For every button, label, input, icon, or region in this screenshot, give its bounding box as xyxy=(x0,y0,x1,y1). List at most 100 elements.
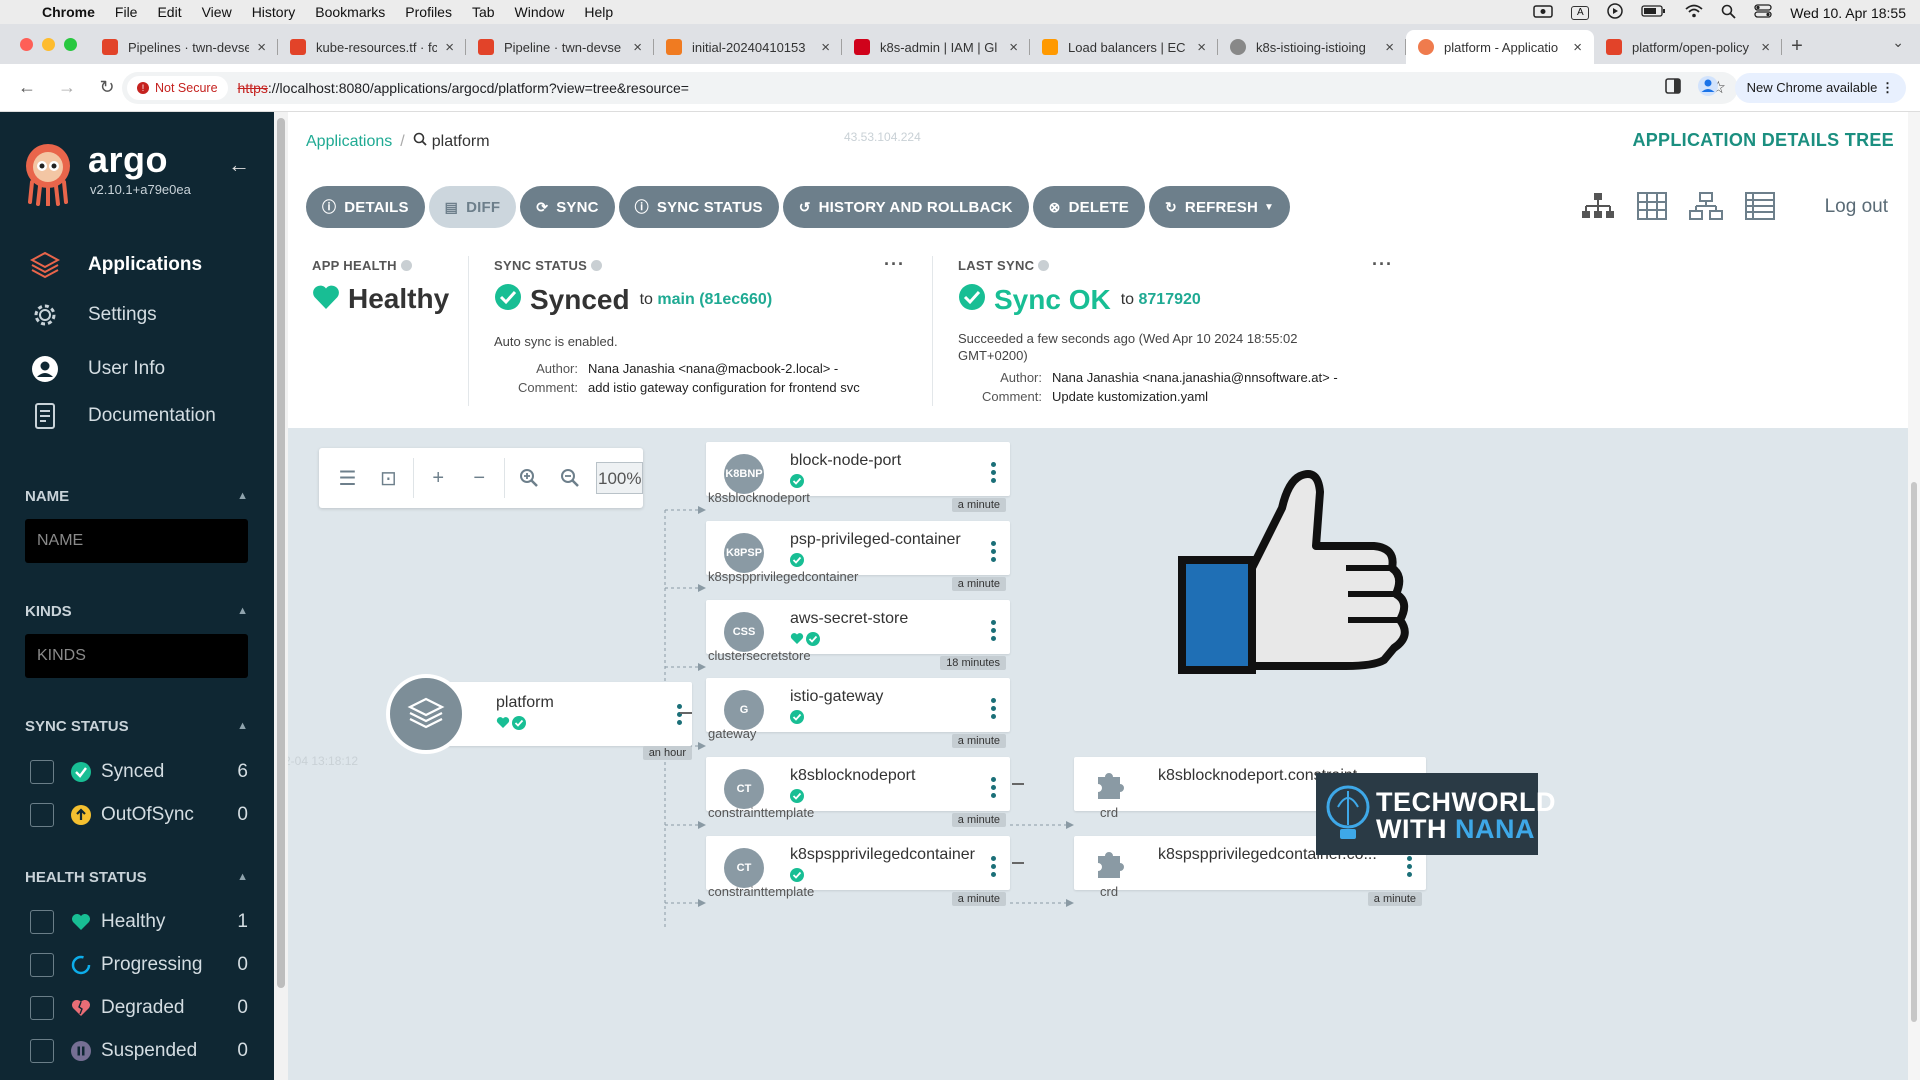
zoom-in-icon[interactable] xyxy=(509,458,550,498)
help-icon[interactable] xyxy=(1038,260,1050,271)
forward-arrow-icon[interactable]: → xyxy=(54,77,80,98)
tab-close-icon[interactable]: × xyxy=(445,39,454,56)
argo-logo[interactable]: argo v2.10.1+a79e0ea xyxy=(22,142,191,207)
maximize-window-button[interactable] xyxy=(64,38,77,51)
refresh-button[interactable]: ↻ REFRESH ▼ xyxy=(1148,186,1291,228)
network-view-icon[interactable] xyxy=(1688,190,1724,222)
search-icon[interactable] xyxy=(413,132,427,151)
collapse-sidebar-arrow-icon[interactable]: ← xyxy=(228,152,250,178)
node-kebab-menu-icon[interactable] xyxy=(677,704,682,725)
reload-icon[interactable]: ↻ xyxy=(94,77,120,98)
sync-button[interactable]: ⟳ SYNC xyxy=(520,186,615,228)
breadcrumb-applications-link[interactable]: Applications xyxy=(306,133,392,151)
node-kebab-menu-icon[interactable] xyxy=(991,540,996,562)
resource-node[interactable]: Gistio-gateway gateway a minute xyxy=(706,678,1010,749)
new-chrome-available-button[interactable]: New Chrome available ⋮ xyxy=(1734,73,1906,103)
resource-tree-canvas[interactable]: ☰ ⊡ + − 100% 2-04 13:18:12 platform an h… xyxy=(288,428,1908,1080)
tab-close-icon[interactable]: × xyxy=(633,39,642,56)
collapse-minus-icon[interactable]: − xyxy=(459,458,500,498)
more-options-icon[interactable]: ··· xyxy=(1372,254,1393,275)
control-center-icon[interactable] xyxy=(1754,4,1772,21)
sync-revision-link[interactable]: main (81ec660) xyxy=(657,291,772,308)
more-options-icon[interactable]: ··· xyxy=(884,254,905,275)
new-tab-button[interactable]: + xyxy=(1782,30,1812,64)
caret-down-icon[interactable]: ▼ xyxy=(1264,202,1274,213)
sync-status-button[interactable]: ⓘ SYNC STATUS xyxy=(618,186,779,228)
sidepanel-icon[interactable] xyxy=(1664,77,1681,99)
checkbox[interactable] xyxy=(30,953,54,977)
sidebar-item-settings[interactable]: Settings xyxy=(30,300,157,330)
zoom-out-icon[interactable] xyxy=(549,458,590,498)
resource-node[interactable]: CT k8spspprivilegedcontainer constrainttem… xyxy=(706,836,1010,906)
tab-search-chevron-icon[interactable]: ⌄ xyxy=(1892,34,1904,51)
tab-close-icon[interactable]: × xyxy=(1009,39,1018,56)
browser-tab[interactable]: Pipeline · twn-devse × xyxy=(466,30,654,64)
diff-button[interactable]: ▤ DIFF xyxy=(428,186,517,228)
tab-close-icon[interactable]: × xyxy=(1573,39,1582,56)
collapse-node-minus-icon[interactable] xyxy=(1012,783,1024,786)
filter-option-outofsync[interactable]: OutOfSync 0 xyxy=(30,803,248,827)
browser-tab-active[interactable]: platform - Applicatio × xyxy=(1406,30,1594,64)
filter-option-suspended[interactable]: Suspended 0 xyxy=(30,1039,248,1063)
help-icon[interactable] xyxy=(591,260,603,271)
filter-option-progressing[interactable]: Progressing 0 xyxy=(30,953,248,977)
pods-grid-view-icon[interactable] xyxy=(1634,190,1670,222)
menu-bookmarks[interactable]: Bookmarks xyxy=(315,4,385,20)
battery-icon[interactable] xyxy=(1641,4,1667,21)
menu-profiles[interactable]: Profiles xyxy=(405,4,452,20)
collapse-caret-icon[interactable]: ▲ xyxy=(237,605,248,620)
minimize-window-button[interactable] xyxy=(42,38,55,51)
expand-plus-icon[interactable]: + xyxy=(418,458,459,498)
browser-tab[interactable]: Load balancers | EC × xyxy=(1030,30,1218,64)
resource-node[interactable]: K8PSP psp-privileged-container k8spspprivi… xyxy=(706,520,1010,591)
menu-edit[interactable]: Edit xyxy=(157,4,181,20)
details-button[interactable]: ⓘ DETAILS xyxy=(306,186,425,228)
menu-tab[interactable]: Tab xyxy=(472,4,495,20)
sidebar-scrollbar[interactable] xyxy=(274,112,288,1080)
sidebar-item-user-info[interactable]: User Info xyxy=(30,354,165,384)
address-bar[interactable]: ! Not Secure https://localhost:8080/appli… xyxy=(122,72,1738,104)
node-kebab-menu-icon[interactable] xyxy=(1407,856,1412,877)
tab-close-icon[interactable]: × xyxy=(1761,39,1770,56)
align-left-icon[interactable]: ☰ xyxy=(327,458,368,498)
tab-close-icon[interactable]: × xyxy=(1197,39,1206,56)
filter-option-synced[interactable]: Synced 6 xyxy=(30,760,248,784)
tab-close-icon[interactable]: × xyxy=(1385,39,1394,56)
resource-node[interactable]: CSS aws-secret-store clustersecretstore 18 … xyxy=(706,599,1010,670)
wifi-icon[interactable] xyxy=(1685,4,1703,21)
logout-link[interactable]: Log out xyxy=(1825,196,1888,218)
history-rollback-button[interactable]: ↺ HISTORY AND ROLLBACK xyxy=(782,186,1029,228)
node-kebab-menu-icon[interactable] xyxy=(991,698,996,720)
delete-button[interactable]: ⊗ DELETE xyxy=(1032,186,1145,228)
close-window-button[interactable] xyxy=(20,38,33,51)
fit-to-screen-icon[interactable]: ⊡ xyxy=(368,458,409,498)
checkbox[interactable] xyxy=(30,1039,54,1063)
kinds-filter-input[interactable]: KINDS xyxy=(25,634,248,678)
filter-option-degraded[interactable]: Degraded 0 xyxy=(30,996,248,1020)
resource-node[interactable]: K8BNP block-node-port k8sblocknodeport a mi… xyxy=(706,442,1010,512)
menu-app-name[interactable]: Chrome xyxy=(42,4,95,20)
menu-history[interactable]: History xyxy=(252,4,296,20)
collapse-node-minus-icon[interactable] xyxy=(680,712,692,714)
help-icon[interactable] xyxy=(400,260,412,271)
tab-close-icon[interactable]: × xyxy=(821,39,830,56)
collapse-caret-icon[interactable]: ▲ xyxy=(237,720,248,735)
checkbox[interactable] xyxy=(30,760,54,784)
collapse-caret-icon[interactable]: ▲ xyxy=(237,871,248,886)
collapse-node-minus-icon[interactable] xyxy=(1012,862,1024,864)
collapse-caret-icon[interactable]: ▲ xyxy=(237,490,248,505)
checkbox[interactable] xyxy=(30,803,54,827)
name-filter-input[interactable]: NAME xyxy=(25,519,248,563)
browser-tab[interactable]: k8s-istioing-istioing × xyxy=(1218,30,1406,64)
input-source-indicator[interactable]: A xyxy=(1571,5,1590,20)
back-arrow-icon[interactable]: ← xyxy=(14,77,40,98)
zoom-level-input[interactable]: 100% xyxy=(596,462,644,494)
screen-record-icon[interactable] xyxy=(1533,4,1554,21)
node-kebab-menu-icon[interactable] xyxy=(991,619,996,641)
sidebar-item-applications[interactable]: Applications xyxy=(30,250,202,280)
url-text[interactable]: https://localhost:8080/applications/argo… xyxy=(238,80,689,96)
page-scrollbar[interactable] xyxy=(1908,112,1920,1080)
menu-view[interactable]: View xyxy=(202,4,232,20)
menu-help[interactable]: Help xyxy=(584,4,613,20)
list-view-icon[interactable] xyxy=(1742,190,1778,222)
